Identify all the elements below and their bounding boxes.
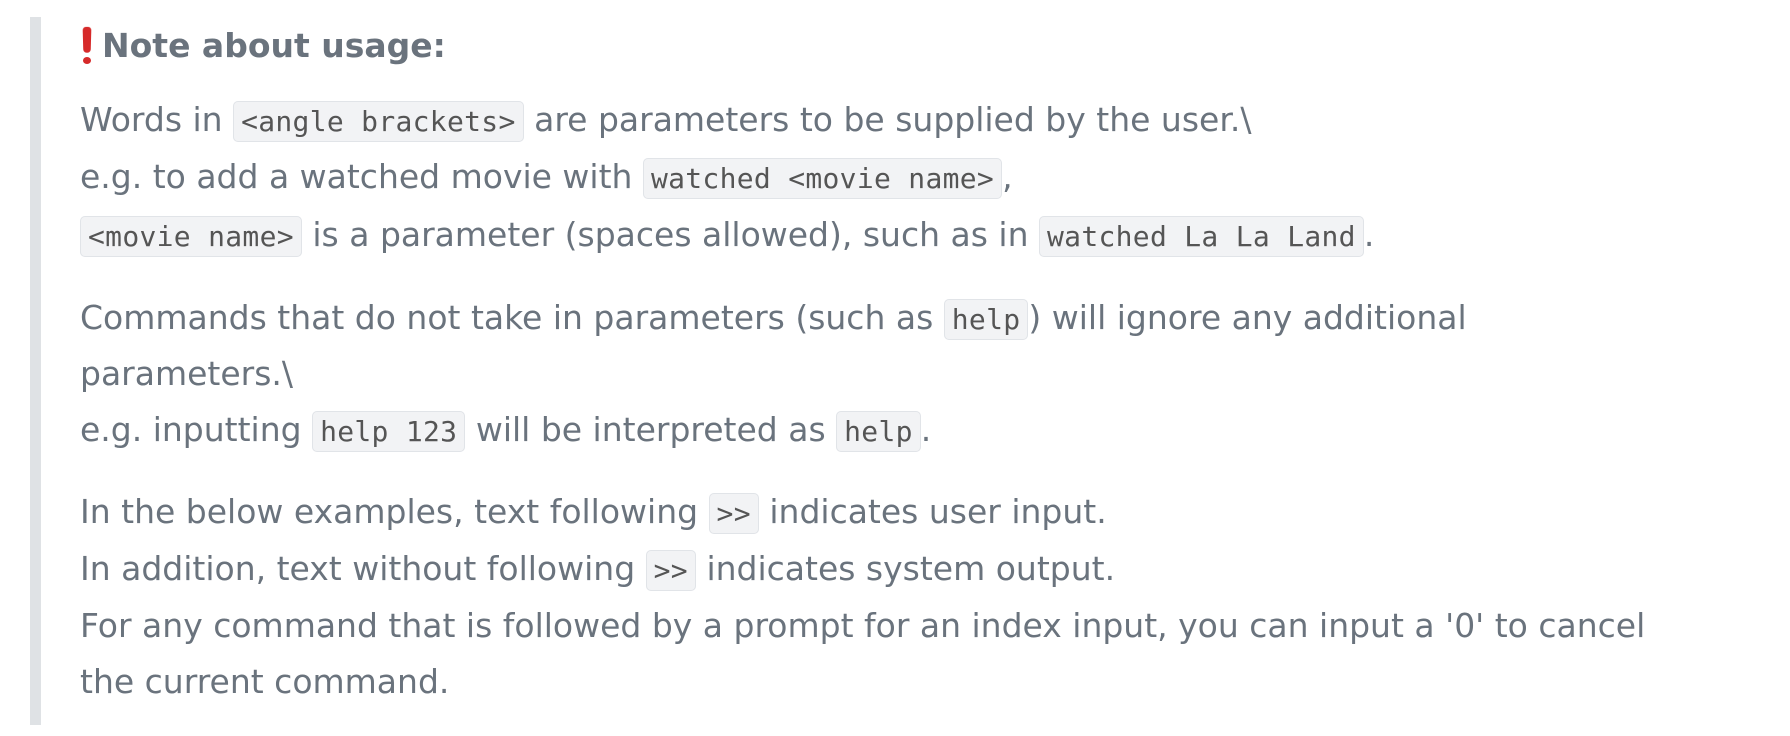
text-line: In the below examples, text following >>…	[80, 484, 1640, 540]
text-line: Commands that do not take in parameters …	[80, 290, 1640, 346]
text-line: the current command.	[80, 662, 450, 701]
inline-code: <angle brackets>	[233, 101, 524, 142]
inline-code: >>	[708, 493, 759, 534]
text-line: e.g. inputting help 123 will be interpre…	[80, 402, 1640, 458]
inline-code: help	[836, 411, 921, 452]
inline-code: watched <movie name>	[642, 158, 1003, 199]
inline-code: <movie name>	[80, 216, 302, 257]
paragraph-examples: In the below examples, text following >>…	[80, 484, 1646, 710]
text-line: In addition, text without following >> i…	[80, 540, 1640, 598]
inline-code: help 123	[312, 411, 466, 452]
usage-note: Note about usage: Words in <angle bracke…	[80, 20, 1646, 710]
paragraph-no-parameters: Commands that do not take in parameters …	[80, 290, 1640, 458]
text-line: <movie name> is a parameter (spaces allo…	[80, 206, 1640, 264]
text-line: parameters.\	[80, 354, 294, 393]
inline-code: watched La La Land	[1039, 216, 1364, 257]
note-heading-text: Note about usage:	[102, 25, 446, 65]
text-line: For any command that is followed by a pr…	[80, 606, 1646, 645]
exclamation-icon	[80, 26, 94, 64]
inline-code: >>	[645, 550, 696, 591]
text-line: Words in <angle brackets> are parameters…	[80, 92, 1640, 148]
inline-code: help	[943, 299, 1029, 340]
text-line: e.g. to add a watched movie with watched…	[80, 148, 1640, 206]
note-heading: Note about usage:	[80, 20, 1640, 70]
paragraph-parameters: Words in <angle brackets> are parameters…	[80, 92, 1640, 264]
